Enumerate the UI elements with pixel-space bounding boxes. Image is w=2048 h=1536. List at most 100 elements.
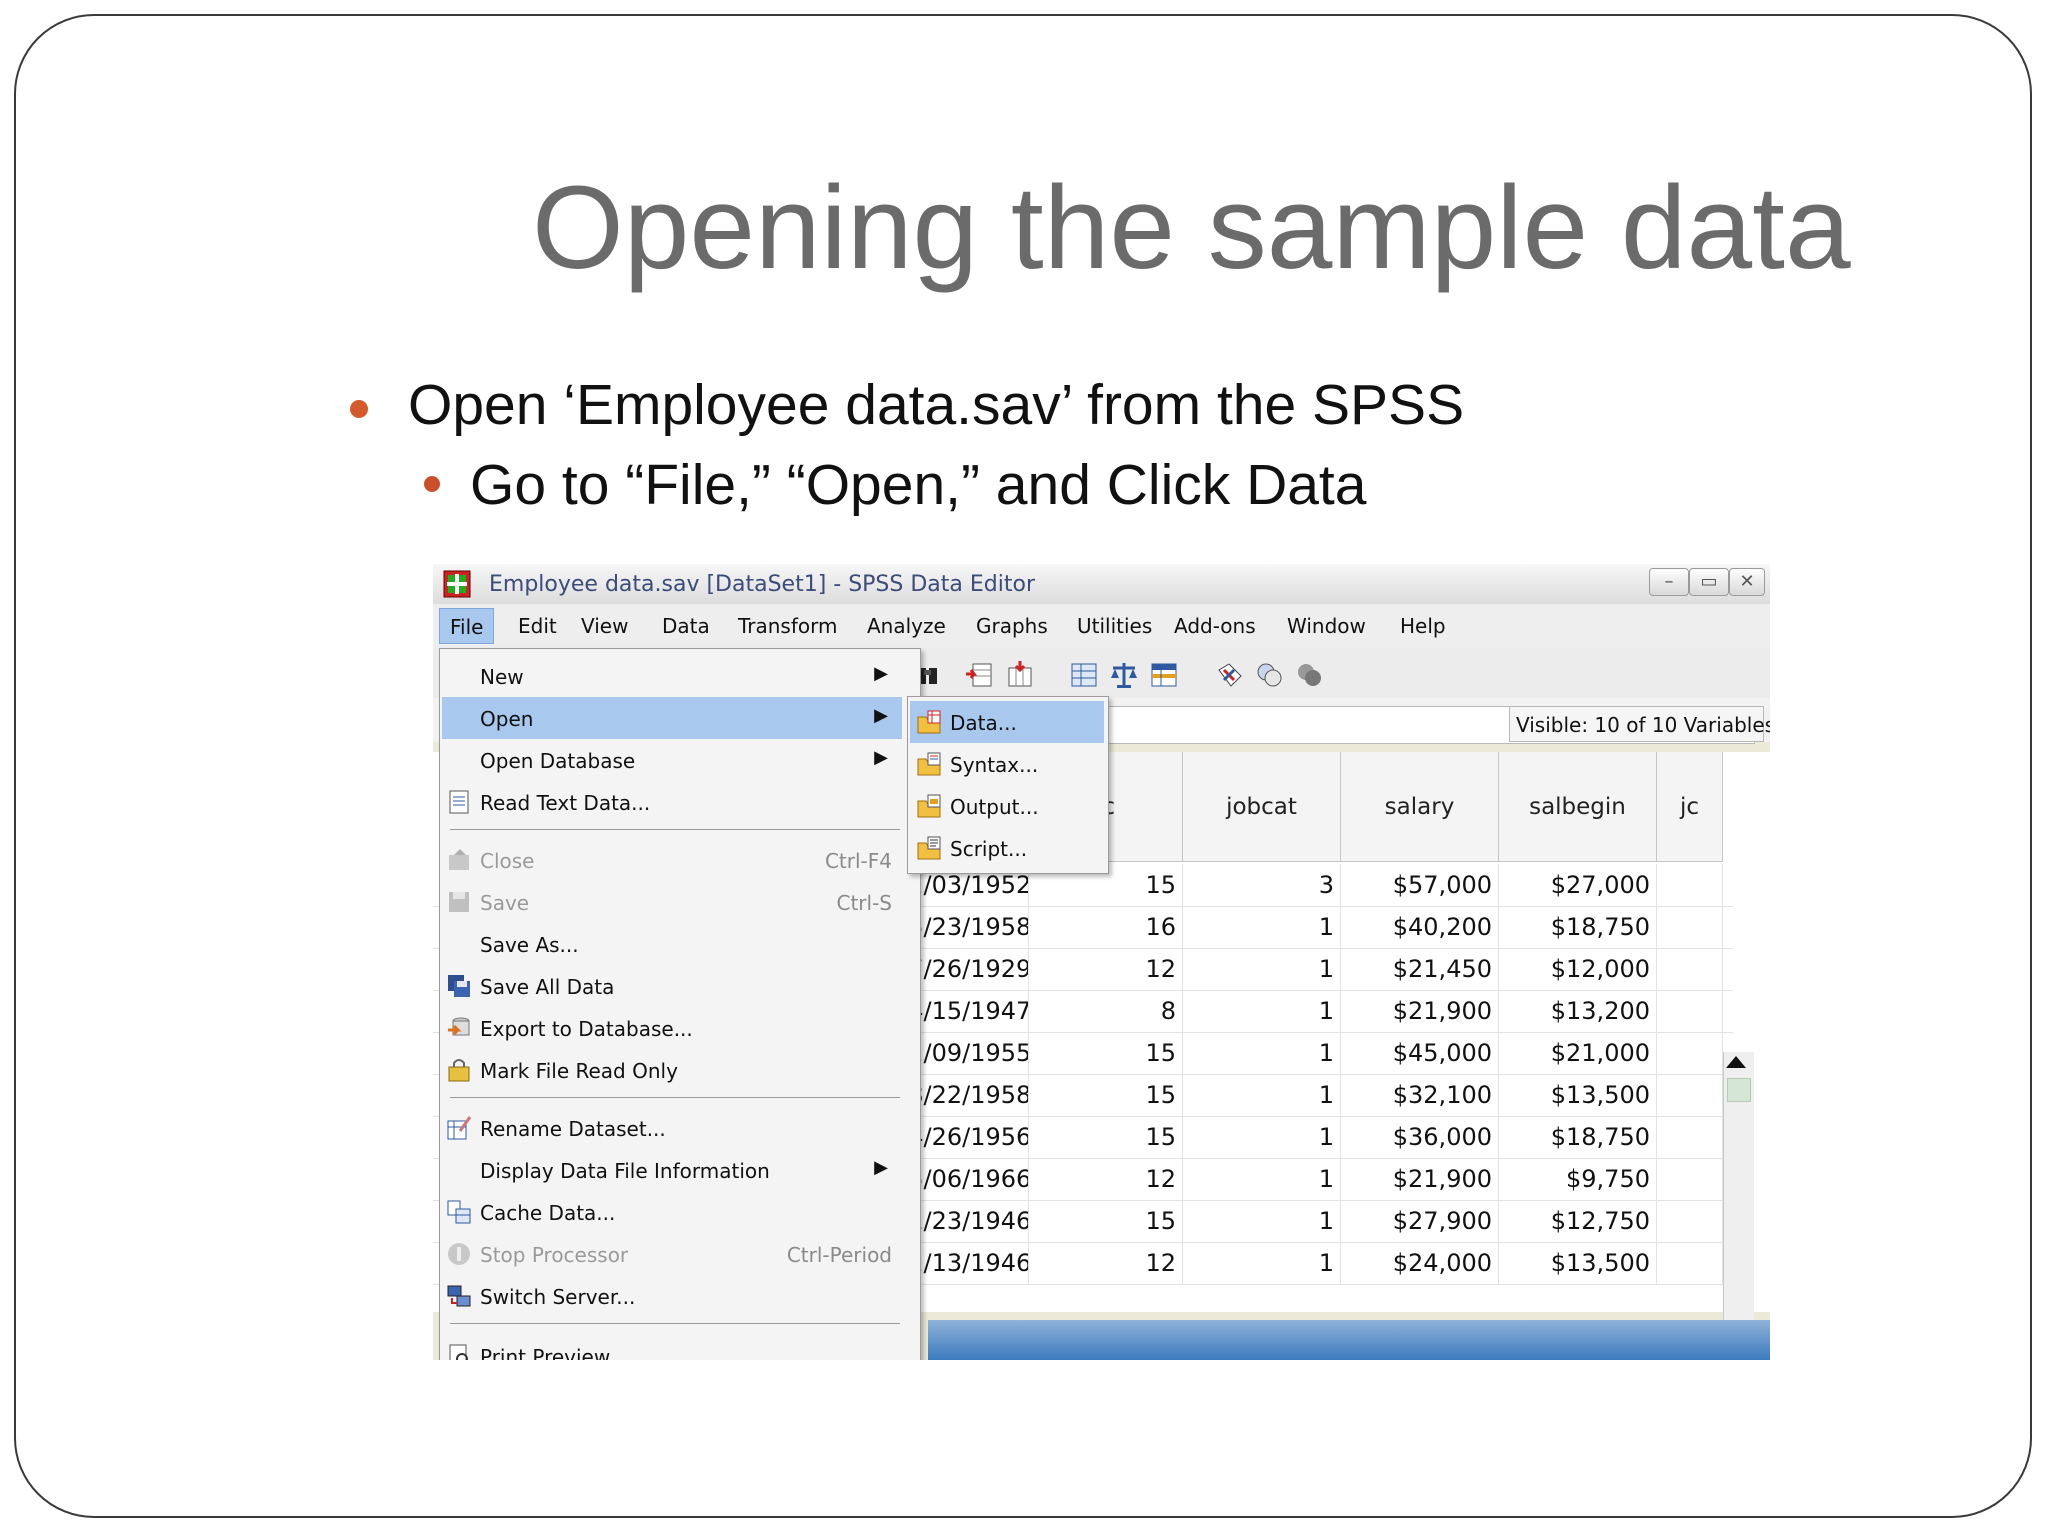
table-cell[interactable]: 1: [1183, 1032, 1341, 1074]
table-cell[interactable]: $21,000: [1499, 1032, 1657, 1074]
menu-analyze[interactable]: Analyze: [867, 614, 946, 638]
table-cell[interactable]: 12: [1029, 1242, 1183, 1284]
value-labels-icon[interactable]: [1215, 660, 1245, 690]
menu-transform[interactable]: Transform: [738, 614, 837, 638]
menu-item-new[interactable]: New ▶: [442, 655, 902, 697]
maximize-button[interactable]: ▭: [1689, 568, 1729, 596]
table-cell[interactable]: 1: [1183, 1242, 1341, 1284]
submenu-item-output[interactable]: Output...: [910, 785, 1104, 827]
table-cell[interactable]: 1: [1183, 906, 1341, 948]
menu-addons[interactable]: Add-ons: [1174, 614, 1256, 638]
menu-item-save-all-data[interactable]: Save All Data: [442, 965, 902, 1007]
table-cell[interactable]: [1657, 1074, 1723, 1116]
menu-utilities[interactable]: Utilities: [1077, 614, 1152, 638]
insert-variable-icon[interactable]: [1005, 660, 1035, 690]
table-cell[interactable]: $12,750: [1499, 1200, 1657, 1242]
column-header-salbegin[interactable]: salbegin: [1499, 752, 1657, 862]
menu-item-label: Open Database: [480, 749, 636, 773]
table-cell[interactable]: [1657, 864, 1723, 906]
table-cell[interactable]: [1657, 1032, 1723, 1074]
export-database-icon: [448, 1017, 470, 1036]
table-cell[interactable]: $27,000: [1499, 864, 1657, 906]
menu-item-display-data-file-information[interactable]: Display Data File Information ▶: [442, 1149, 902, 1191]
table-cell[interactable]: $40,200: [1341, 906, 1499, 948]
table-cell[interactable]: 1: [1183, 990, 1341, 1032]
menu-item-cache-data[interactable]: Cache Data...: [442, 1191, 902, 1233]
vertical-scrollbar[interactable]: [1723, 1052, 1754, 1360]
table-cell[interactable]: $45,000: [1341, 1032, 1499, 1074]
table-cell[interactable]: 15: [1029, 1200, 1183, 1242]
table-cell[interactable]: $18,750: [1499, 906, 1657, 948]
table-cell[interactable]: [1657, 906, 1723, 948]
table-cell[interactable]: $36,000: [1341, 1116, 1499, 1158]
menu-file[interactable]: File: [439, 608, 495, 644]
insert-cases-icon[interactable]: [965, 660, 995, 690]
menu-item-switch-server[interactable]: Switch Server...: [442, 1275, 902, 1317]
split-file-icon[interactable]: [1069, 660, 1099, 690]
menu-item-mark-file-read-only[interactable]: Mark File Read Only: [442, 1049, 902, 1091]
table-cell[interactable]: 1: [1183, 1200, 1341, 1242]
table-cell[interactable]: [1657, 1200, 1723, 1242]
menu-edit[interactable]: Edit: [518, 614, 557, 638]
table-cell[interactable]: $9,750: [1499, 1158, 1657, 1200]
table-cell[interactable]: $27,900: [1341, 1200, 1499, 1242]
menu-item-open[interactable]: Open ▶: [442, 697, 902, 739]
menu-item-stop-processor[interactable]: Stop Processor Ctrl-Period: [442, 1233, 902, 1275]
table-cell[interactable]: $21,450: [1341, 948, 1499, 990]
use-sets-icon[interactable]: [1255, 660, 1285, 690]
column-header-jobcat[interactable]: jobcat: [1183, 752, 1341, 862]
table-cell[interactable]: $12,000: [1499, 948, 1657, 990]
table-cell[interactable]: $21,900: [1341, 990, 1499, 1032]
table-cell[interactable]: 15: [1029, 1116, 1183, 1158]
menu-item-rename-dataset[interactable]: Rename Dataset...: [442, 1107, 902, 1149]
menu-item-read-text-data[interactable]: Read Text Data...: [442, 781, 902, 823]
table-cell[interactable]: [1657, 990, 1723, 1032]
table-cell[interactable]: 16: [1029, 906, 1183, 948]
table-cell[interactable]: [1657, 1242, 1723, 1284]
table-cell[interactable]: 1: [1183, 948, 1341, 990]
table-cell[interactable]: $13,200: [1499, 990, 1657, 1032]
table-cell[interactable]: 8: [1029, 990, 1183, 1032]
submenu-item-syntax[interactable]: Syntax...: [910, 743, 1104, 785]
table-cell[interactable]: $13,500: [1499, 1074, 1657, 1116]
weight-cases-icon[interactable]: [1109, 660, 1139, 690]
table-cell[interactable]: 15: [1029, 1074, 1183, 1116]
table-cell[interactable]: [1657, 1158, 1723, 1200]
menu-item-print-preview[interactable]: Print Preview...: [442, 1335, 902, 1360]
column-header-salary[interactable]: salary: [1341, 752, 1499, 862]
menu-item-export-to-database[interactable]: Export to Database...: [442, 1007, 902, 1049]
table-cell[interactable]: $21,900: [1341, 1158, 1499, 1200]
menu-item-close[interactable]: Close Ctrl-F4: [442, 839, 902, 881]
submenu-item-data[interactable]: Data...: [910, 701, 1104, 743]
table-cell[interactable]: $13,500: [1499, 1242, 1657, 1284]
table-cell[interactable]: $57,000: [1341, 864, 1499, 906]
table-cell[interactable]: $18,750: [1499, 1116, 1657, 1158]
table-cell[interactable]: 15: [1029, 1032, 1183, 1074]
menu-item-save-as[interactable]: Save As...: [442, 923, 902, 965]
table-cell[interactable]: 12: [1029, 948, 1183, 990]
table-cell[interactable]: 1: [1183, 1074, 1341, 1116]
scroll-up-icon[interactable]: [1726, 1056, 1746, 1068]
menu-view[interactable]: View: [581, 614, 628, 638]
table-cell[interactable]: 1: [1183, 1116, 1341, 1158]
show-all-variables-icon[interactable]: [1295, 660, 1325, 690]
table-cell[interactable]: [1657, 1116, 1723, 1158]
table-cell[interactable]: $32,100: [1341, 1074, 1499, 1116]
menu-window[interactable]: Window: [1287, 614, 1366, 638]
table-cell[interactable]: $24,000: [1341, 1242, 1499, 1284]
minimize-button[interactable]: –: [1649, 568, 1689, 596]
table-cell[interactable]: 12: [1029, 1158, 1183, 1200]
table-cell[interactable]: 1: [1183, 1158, 1341, 1200]
menu-item-save[interactable]: Save Ctrl-S: [442, 881, 902, 923]
menu-item-open-database[interactable]: Open Database ▶: [442, 739, 902, 781]
menu-graphs[interactable]: Graphs: [976, 614, 1048, 638]
menu-data[interactable]: Data: [662, 614, 710, 638]
menu-help[interactable]: Help: [1400, 614, 1446, 638]
submenu-item-script[interactable]: Script...: [910, 827, 1104, 869]
table-cell[interactable]: 3: [1183, 864, 1341, 906]
scroll-thumb[interactable]: [1727, 1078, 1751, 1102]
column-header-jc[interactable]: jc: [1657, 752, 1723, 862]
select-cases-icon[interactable]: [1149, 660, 1179, 690]
close-button[interactable]: ✕: [1729, 568, 1765, 596]
table-cell[interactable]: [1657, 948, 1723, 990]
